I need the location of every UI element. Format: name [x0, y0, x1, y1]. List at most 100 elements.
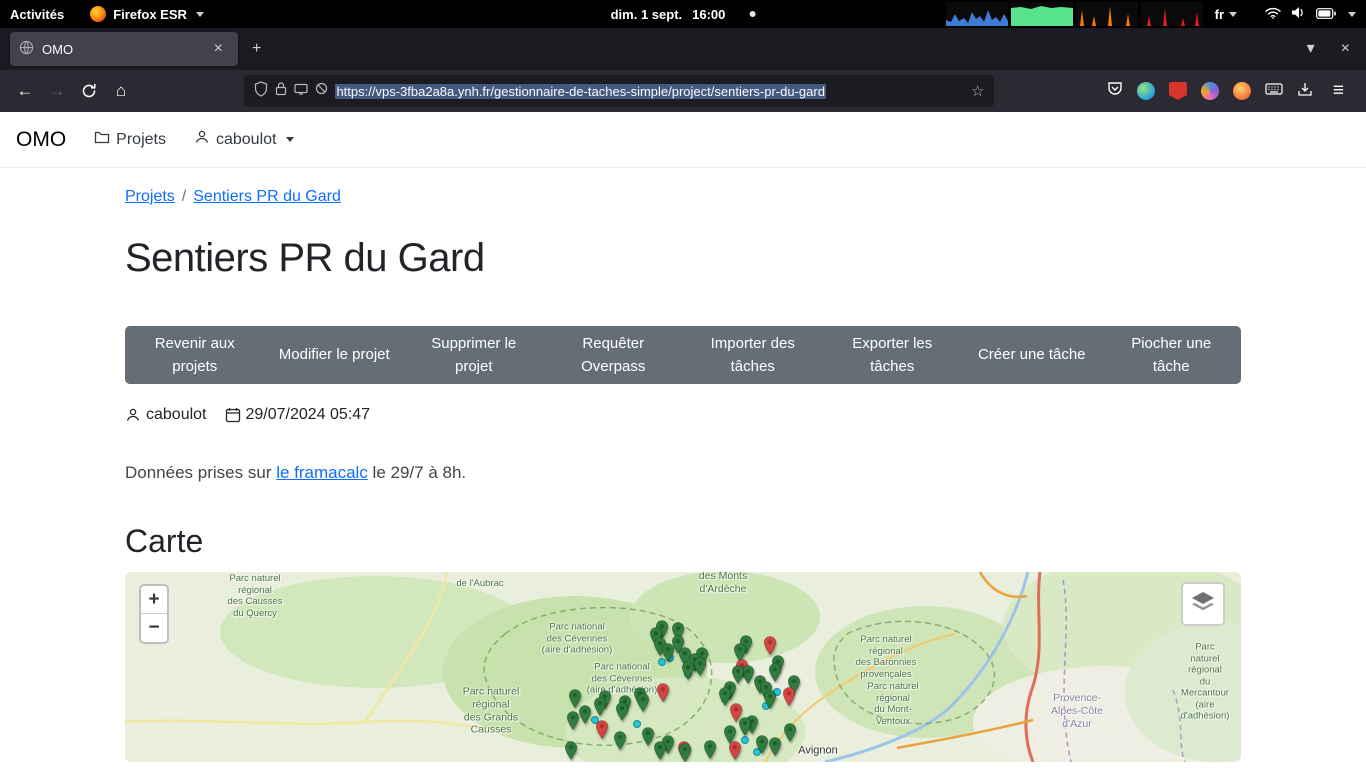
- app-menu[interactable]: Firefox ESR: [90, 6, 204, 22]
- task-marker-green[interactable]: [637, 693, 650, 712]
- layers-icon: [1191, 591, 1215, 618]
- volume-icon: [1291, 6, 1306, 22]
- screenshare-permission-icon[interactable]: [294, 82, 308, 100]
- tab-close-icon[interactable]: ×: [208, 37, 229, 61]
- breadcrumb-current-link[interactable]: Sentiers PR du Gard: [193, 188, 341, 205]
- description-prefix: Données prises sur: [125, 463, 276, 482]
- toolbar-button[interactable]: Créer une tâche: [962, 326, 1102, 384]
- wifi-icon: [1265, 7, 1281, 22]
- browser-nav-bar: ← → ⌂ https://vps-3fba2a8a.ynh.fr/gestio…: [0, 70, 1366, 112]
- task-marker-green[interactable]: [784, 723, 797, 742]
- zoom-control: + −: [139, 584, 169, 644]
- task-marker-red[interactable]: [783, 687, 796, 706]
- toolbar-button[interactable]: Supprimer le projet: [404, 326, 544, 384]
- globe-favicon-icon: [19, 40, 34, 58]
- forward-button[interactable]: →: [42, 76, 72, 106]
- task-marker-green[interactable]: [764, 690, 777, 709]
- map-heading: Carte: [125, 523, 1241, 560]
- user-dropdown-label: caboulot: [216, 131, 277, 149]
- url-bar[interactable]: https://vps-3fba2a8a.ynh.fr/gestionnaire…: [244, 75, 994, 107]
- task-marker-green[interactable]: [616, 702, 629, 721]
- home-button[interactable]: ⌂: [106, 76, 136, 106]
- hamburger-menu-icon[interactable]: ≡: [1327, 80, 1350, 102]
- toolbar-button[interactable]: Exporter les tâches: [823, 326, 963, 384]
- map-markers: [125, 572, 1241, 762]
- project-toolbar: Revenir aux projetsModifier le projetSup…: [125, 326, 1241, 384]
- task-marker-green[interactable]: [704, 740, 717, 759]
- nav-projects-link[interactable]: Projets: [94, 130, 166, 149]
- list-all-tabs-icon[interactable]: ▾: [1301, 37, 1321, 61]
- user-dropdown[interactable]: caboulot: [194, 129, 295, 150]
- task-marker-green[interactable]: [682, 661, 695, 680]
- ublock-origin-icon[interactable]: [1169, 82, 1187, 100]
- task-marker-green[interactable]: [565, 741, 578, 760]
- page-title: Sentiers PR du Gard: [125, 236, 1241, 281]
- task-marker-green[interactable]: [694, 657, 707, 676]
- clock-date: dim. 1 sept.: [611, 7, 683, 22]
- gnome-top-bar: Activités Firefox ESR dim. 1 sept. 16:00…: [0, 0, 1366, 28]
- toolbar-button[interactable]: Piocher une tâche: [1102, 326, 1242, 384]
- task-marker-red[interactable]: [657, 683, 670, 702]
- zoom-out-button[interactable]: −: [141, 614, 167, 642]
- new-tab-button[interactable]: +: [246, 37, 267, 61]
- description-suffix: le 29/7 à 8h.: [368, 463, 466, 482]
- chevron-down-icon: [1229, 12, 1237, 17]
- toolbar-button[interactable]: Revenir aux projets: [125, 326, 265, 384]
- task-marker-green[interactable]: [567, 711, 580, 730]
- layers-control[interactable]: [1181, 582, 1225, 626]
- site-brand[interactable]: OMO: [16, 128, 66, 152]
- system-monitor-applet[interactable]: [946, 2, 1203, 26]
- network-graph-icon: [1076, 2, 1138, 26]
- breadcrumb: Projets/Sentiers PR du Gard: [125, 188, 1241, 206]
- cpu-graph-icon: [946, 2, 1008, 26]
- task-marker-green[interactable]: [579, 705, 592, 724]
- task-marker-green[interactable]: [769, 737, 782, 756]
- tracking-protection-shield-icon[interactable]: [254, 81, 268, 102]
- toolbar-button[interactable]: Modifier le projet: [265, 326, 405, 384]
- task-marker-green[interactable]: [739, 717, 752, 736]
- extension-icon[interactable]: [1137, 82, 1155, 100]
- library-tray-icon[interactable]: [1297, 81, 1313, 102]
- back-button[interactable]: ←: [10, 76, 40, 106]
- clock[interactable]: dim. 1 sept. 16:00: [611, 7, 756, 22]
- meta-author: caboulot: [146, 406, 207, 424]
- breadcrumb-projects-link[interactable]: Projets: [125, 188, 175, 205]
- system-status-area[interactable]: [1265, 6, 1356, 22]
- zoom-in-button[interactable]: +: [141, 586, 167, 614]
- task-marker-red[interactable]: [729, 741, 742, 760]
- pocket-icon[interactable]: [1107, 81, 1123, 102]
- browser-tab[interactable]: OMO ×: [10, 32, 238, 66]
- window-close-icon[interactable]: ×: [1335, 37, 1356, 61]
- reload-button[interactable]: [74, 76, 104, 106]
- task-marker-green[interactable]: [654, 741, 667, 760]
- activities-button[interactable]: Activités: [10, 7, 64, 22]
- keyboard-layout-indicator[interactable]: fr: [1215, 7, 1237, 22]
- nav-projects-label: Projets: [116, 131, 166, 149]
- task-dot[interactable]: [633, 720, 641, 728]
- keyboard-layout-label: fr: [1215, 7, 1224, 22]
- map[interactable]: Parc naturel régional des Causses du Que…: [125, 572, 1241, 762]
- task-marker-green[interactable]: [756, 735, 769, 754]
- keyboard-icon[interactable]: [1265, 82, 1283, 100]
- task-marker-green[interactable]: [614, 731, 627, 750]
- extension-paw-icon[interactable]: [1233, 82, 1251, 100]
- task-marker-red[interactable]: [596, 720, 609, 739]
- project-meta: caboulot 29/07/2024 05:47: [125, 406, 1241, 424]
- task-marker-green[interactable]: [594, 697, 607, 716]
- task-marker-green[interactable]: [679, 743, 692, 762]
- lock-icon[interactable]: [275, 81, 287, 101]
- bookmark-star-icon[interactable]: ☆: [971, 82, 984, 100]
- notification-dot-icon: [749, 11, 755, 17]
- toolbar-button[interactable]: Importer des tâches: [683, 326, 823, 384]
- url-input[interactable]: https://vps-3fba2a8a.ynh.fr/gestionnaire…: [335, 84, 964, 99]
- toolbar-button[interactable]: Requêter Overpass: [544, 326, 684, 384]
- task-marker-green[interactable]: [769, 663, 782, 682]
- task-marker-green[interactable]: [662, 643, 675, 662]
- containers-extension-icon[interactable]: [1201, 82, 1219, 100]
- browser-tab-bar: OMO × + ▾ ×: [0, 28, 1366, 70]
- blocked-permission-icon[interactable]: [315, 82, 328, 100]
- task-marker-red[interactable]: [764, 636, 777, 655]
- project-description: Données prises sur le framacalc le 29/7 …: [125, 463, 1241, 483]
- task-dot[interactable]: [741, 736, 749, 744]
- framacalc-link[interactable]: le framacalc: [276, 463, 368, 482]
